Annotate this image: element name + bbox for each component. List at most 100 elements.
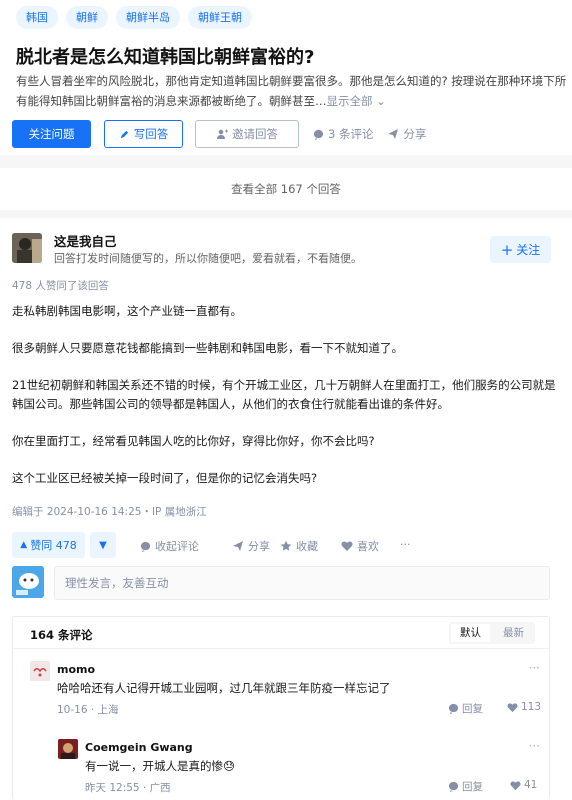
- commenter-name[interactable]: Coemgein Gwang: [85, 741, 193, 754]
- commenter-avatar[interactable]: [58, 739, 78, 759]
- upvote-button[interactable]: ▲ 赞同 478: [12, 532, 85, 558]
- sort-latest-tab[interactable]: 最新: [492, 622, 535, 644]
- author-avatar-image: [12, 233, 42, 263]
- commenter-avatar[interactable]: [30, 661, 50, 681]
- commenter-avatar-image: [58, 739, 78, 759]
- heart-icon: [507, 702, 518, 712]
- comment-composer: 理性发言，友善互动: [12, 566, 550, 600]
- question-title[interactable]: 脱北者是怎么知道韩国比朝鲜富裕的?: [16, 43, 314, 69]
- answer-paragraph: 很多朝鲜人只要愿意花钱都能搞到一些韩剧和韩国电影，看一下不就知道了。: [12, 341, 403, 355]
- write-answer-button[interactable]: 写回答: [104, 120, 183, 148]
- comment-reply-button[interactable]: 回复: [448, 701, 483, 716]
- follow-question-button[interactable]: 关注问题: [12, 120, 91, 148]
- answer-content: 走私韩剧韩国电影啊，这个产业链一直都有。 很多朝鲜人只要愿意花钱都能搞到一些韩剧…: [12, 302, 560, 506]
- more-options-button[interactable]: ···: [400, 538, 411, 551]
- answer-share-label: 分享: [248, 540, 270, 553]
- comment-reply-label: 回复: [462, 703, 483, 715]
- invite-answer-button[interactable]: 邀请回答: [195, 120, 299, 148]
- invite-answer-label: 邀请回答: [232, 127, 278, 141]
- comments-header: 164 条评论 默认 最新: [13, 617, 549, 649]
- question-actions: 关注问题 写回答 邀请回答 3 条评论 分享: [12, 120, 426, 148]
- share-icon: [233, 541, 243, 551]
- comment-location: 广西: [149, 782, 171, 794]
- commenter-name[interactable]: momo: [57, 663, 95, 676]
- comment-more-button[interactable]: ···: [529, 739, 540, 753]
- follow-author-label: 关注: [516, 243, 541, 257]
- topic-tag[interactable]: 韩国: [16, 6, 58, 29]
- question-share-label: 分享: [403, 127, 427, 141]
- comment-location: 上海: [97, 704, 119, 716]
- favorite-button[interactable]: 收藏: [280, 538, 318, 554]
- comment-reply-label: 回复: [462, 781, 483, 793]
- star-icon: [280, 540, 292, 551]
- comment-sort-toggle: 默认 最新: [449, 622, 535, 644]
- comment-icon: [313, 129, 324, 140]
- separator: ·: [90, 704, 95, 716]
- answer-paragraph: 这个工业区已经被关掉一段时间了，但是你的记忆会消失吗?: [12, 471, 318, 485]
- collapse-comments-label: 收起评论: [155, 540, 199, 553]
- answer-paragraph: 走私韩剧韩国电影啊，这个产业链一直都有。: [12, 304, 242, 318]
- comment-reply-button[interactable]: 回复: [448, 779, 483, 794]
- question-comments-button[interactable]: 3 条评论: [313, 126, 373, 142]
- pencil-icon: [120, 130, 128, 138]
- show-all-label: 显示全部: [326, 94, 373, 108]
- topic-tag[interactable]: 朝鲜半岛: [116, 6, 180, 29]
- user-avatar: [12, 566, 44, 598]
- triangle-up-icon: ▲: [20, 540, 28, 550]
- show-all-link[interactable]: 显示全部 ⌄: [327, 94, 386, 108]
- comments-count: 164 条评论: [30, 628, 93, 642]
- comment-meta: 昨天 12:55 · 广西: [85, 780, 171, 795]
- answer-card: 这是我自己 回答打发时间随便写的，所以你随便吧，爱看就看，不看随便。 + 关注 …: [0, 218, 572, 800]
- topic-tag[interactable]: 朝鲜: [66, 6, 108, 29]
- comment-like-button[interactable]: 113: [507, 701, 541, 713]
- comment-like-count: 41: [524, 779, 538, 791]
- comment-like-button[interactable]: 41: [510, 779, 537, 791]
- user-avatar-image: [12, 566, 44, 598]
- author-name[interactable]: 这是我自己: [54, 231, 117, 250]
- comment-text: 哈哈哈还有人记得开城工业园啊，过几年就跟三年防疫一样忘记了: [57, 681, 391, 695]
- comment-date: 10-16: [57, 704, 88, 716]
- question-description: 有些人冒着坐牢的风险脱北，那他肯定知道韩国比朝鲜要富很多。那他是怎么知道的? 按…: [16, 71, 572, 111]
- answer-paragraph: 21世纪初朝鲜和韩国关系还不错的时候，有个开城工业区，几十万朝鲜人在里面打工，他…: [12, 378, 556, 411]
- like-button[interactable]: 喜欢: [341, 538, 379, 554]
- favorite-label: 收藏: [296, 540, 318, 553]
- author-avatar[interactable]: [12, 233, 42, 263]
- invite-user-icon: [217, 129, 228, 139]
- comment-icon: [140, 541, 151, 552]
- topic-tags: 韩国 朝鲜 朝鲜半岛 朝鲜王朝: [16, 6, 252, 29]
- write-answer-label: 写回答: [133, 127, 169, 141]
- heart-icon: [510, 780, 521, 790]
- question-share-button[interactable]: 分享: [387, 126, 426, 142]
- answer-paragraph: 你在里面打工，经常看见韩国人吃的比你好，穿得比你好，你不会比吗?: [12, 434, 375, 448]
- plus-icon: +: [500, 240, 514, 259]
- separator: ·: [142, 782, 147, 794]
- like-label: 喜欢: [357, 540, 379, 553]
- commenter-avatar-image: [30, 661, 50, 681]
- comment-icon: [448, 781, 459, 792]
- collapse-comments-button[interactable]: 收起评论: [140, 538, 199, 554]
- comment-text: 有一说一，开城人是真的惨😓: [85, 759, 235, 773]
- comment-meta: 10-16 · 上海: [57, 702, 119, 717]
- comments-panel: 164 条评论 默认 最新 momo ··· 哈哈哈还有人记得开城工业园啊，过几…: [12, 616, 550, 800]
- comment-input[interactable]: 理性发言，友善互动: [54, 566, 550, 600]
- downvote-button[interactable]: ▼: [90, 532, 116, 558]
- question-card: 韩国 朝鲜 朝鲜半岛 朝鲜王朝 脱北者是怎么知道韩国比朝鲜富裕的? 有些人冒着坐…: [0, 0, 572, 155]
- comment-more-button[interactable]: ···: [529, 661, 540, 675]
- edited-time[interactable]: 编辑于 2024-10-16 14:25・IP 属地浙江: [12, 504, 207, 519]
- upvote-label: 赞同 478: [30, 539, 77, 552]
- follow-author-button[interactable]: + 关注: [490, 236, 551, 263]
- answer-action-bar: ▲ 赞同 478 ▼ 收起评论 分享 收藏 喜欢 ···: [12, 532, 560, 558]
- sort-default-tab[interactable]: 默认: [449, 622, 492, 644]
- topic-tag[interactable]: 朝鲜王朝: [188, 6, 252, 29]
- chevron-down-icon: ⌄: [376, 94, 386, 108]
- votes-summary[interactable]: 478 人赞同了该回答: [12, 278, 109, 293]
- comment-date: 昨天 12:55: [85, 782, 140, 794]
- view-all-answers-link[interactable]: 查看全部 167 个回答: [0, 168, 572, 210]
- triangle-down-icon: ▼: [99, 539, 107, 551]
- comment-like-count: 113: [521, 701, 542, 713]
- question-description-text: 有些人冒着坐牢的风险脱北，那他肯定知道韩国比朝鲜要富很多。那他是怎么知道的? 按…: [16, 74, 567, 108]
- question-comments-label: 3 条评论: [328, 127, 374, 141]
- answer-share-button[interactable]: 分享: [232, 538, 270, 554]
- comment-icon: [448, 703, 459, 714]
- author-bio: 回答打发时间随便写的，所以你随便吧，爱看就看，不看随便。: [54, 252, 362, 265]
